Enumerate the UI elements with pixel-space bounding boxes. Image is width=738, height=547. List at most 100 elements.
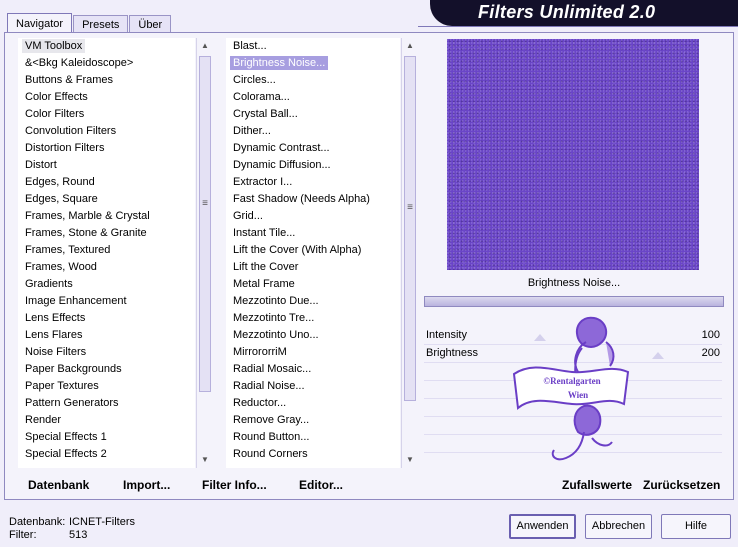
list-item-label: Lift the Cover (With Alpha) xyxy=(233,244,362,256)
filter-info-button[interactable]: Filter Info... xyxy=(202,478,267,492)
list-item-label: Color Effects xyxy=(25,91,88,103)
list-item[interactable]: Remove Gray... xyxy=(226,412,400,429)
list-item[interactable]: Render xyxy=(18,412,195,429)
apply-button[interactable]: Anwenden xyxy=(509,514,576,539)
list-item-label: Paper Backgrounds xyxy=(25,363,122,375)
list-item[interactable]: VM Toolbox xyxy=(18,38,195,55)
list-item-label: Paper Textures xyxy=(25,380,99,392)
scroll-up-arrow-icon[interactable]: ▲ xyxy=(402,38,418,54)
list-item-label: Dynamic Diffusion... xyxy=(233,159,331,171)
title-banner: Filters Unlimited 2.0 xyxy=(430,0,738,26)
list-item[interactable]: Grid... xyxy=(226,208,400,225)
list-item[interactable]: Circles... xyxy=(226,72,400,89)
scroll-down-arrow-icon[interactable]: ▼ xyxy=(402,452,418,468)
list-item[interactable]: Brightness Noise... xyxy=(226,55,400,72)
list-item[interactable]: Special Effects 2 xyxy=(18,446,195,463)
list-item[interactable]: Frames, Wood xyxy=(18,259,195,276)
list-item-label: Edges, Round xyxy=(25,176,95,188)
list-item-label: Color Filters xyxy=(25,108,85,120)
editor-button[interactable]: Editor... xyxy=(299,478,343,492)
list-item[interactable]: Paper Backgrounds xyxy=(18,361,195,378)
slider-marker-icon[interactable] xyxy=(652,352,664,359)
filter-list[interactable]: Blast... Brightness Noise... Circles... Col… xyxy=(226,38,400,468)
reset-button[interactable]: Zurücksetzen xyxy=(643,478,720,492)
list-item-label: Frames, Marble & Crystal xyxy=(25,210,150,222)
list-item[interactable]: Color Filters xyxy=(18,106,195,123)
list-toolbar: Datenbank Import... Filter Info... Edito… xyxy=(12,470,416,498)
list-item[interactable]: Frames, Stone & Granite xyxy=(18,225,195,242)
list-item[interactable]: Special Effects 1 xyxy=(18,429,195,446)
list-item[interactable]: Gradients xyxy=(18,276,195,293)
list-item[interactable]: Image Enhancement xyxy=(18,293,195,310)
list-item[interactable]: Colorama... xyxy=(226,89,400,106)
list-item[interactable]: Fast Shadow (Needs Alpha) xyxy=(226,191,400,208)
list-item-label: &<Bkg Kaleidoscope> xyxy=(25,57,134,69)
list-item[interactable]: &<Bkg Kaleidoscope> xyxy=(18,55,195,72)
scroll-thumb[interactable] xyxy=(199,56,211,392)
cancel-button[interactable]: Abbrechen xyxy=(585,514,652,539)
list-item-label: Dynamic Contrast... xyxy=(233,142,330,154)
list-item[interactable]: Edges, Round xyxy=(18,174,195,191)
list-item[interactable]: Lift the Cover (With Alpha) xyxy=(226,242,400,259)
list-item[interactable]: Reductor... xyxy=(226,395,400,412)
database-button[interactable]: Datenbank xyxy=(28,478,89,492)
import-button[interactable]: Import... xyxy=(123,478,170,492)
scroll-up-arrow-icon[interactable]: ▲ xyxy=(197,38,213,54)
list-item[interactable]: Round Button... xyxy=(226,429,400,446)
param-value: 200 xyxy=(701,347,720,359)
list-item[interactable]: Round Corners xyxy=(226,446,400,463)
list-item[interactable]: Dynamic Contrast... xyxy=(226,140,400,157)
list-item-label: Distort xyxy=(25,159,57,171)
list-item[interactable]: Mezzotinto Uno... xyxy=(226,327,400,344)
list-item[interactable]: Convolution Filters xyxy=(18,123,195,140)
list-item[interactable]: Blast... xyxy=(226,38,400,55)
list-item[interactable]: Paper Textures xyxy=(18,378,195,395)
list-item-label: Gradients xyxy=(25,278,73,290)
list-item-label: VM Toolbox xyxy=(22,39,86,53)
list-item[interactable]: Frames, Textured xyxy=(18,242,195,259)
preview-image xyxy=(447,39,699,270)
list-item[interactable]: Mezzotinto Tre... xyxy=(226,310,400,327)
list-item[interactable]: Dither... xyxy=(226,123,400,140)
list-item[interactable]: Lens Flares xyxy=(18,327,195,344)
list-item[interactable]: Noise Filters xyxy=(18,344,195,361)
list-item[interactable]: Dynamic Diffusion... xyxy=(226,157,400,174)
preview-splitter[interactable] xyxy=(424,296,724,307)
list-item[interactable]: Pattern Generators xyxy=(18,395,195,412)
help-button[interactable]: Hilfe xyxy=(661,514,731,539)
list-item-label: Special Effects 1 xyxy=(25,431,107,443)
list-item[interactable]: Frames, Marble & Crystal xyxy=(18,208,195,225)
param-label: Intensity xyxy=(426,329,467,341)
list-item[interactable]: Radial Noise... xyxy=(226,378,400,395)
list-item-label: Mezzotinto Tre... xyxy=(233,312,315,324)
list-item-label: Edges, Square xyxy=(25,193,98,205)
list-item[interactable]: Buttons & Frames xyxy=(18,72,195,89)
scroll-grip-icon: ≡ xyxy=(202,198,208,209)
list-item[interactable]: Crystal Ball... xyxy=(226,106,400,123)
scroll-thumb[interactable] xyxy=(404,56,416,401)
category-scrollbar[interactable]: ▲ ≡ ▼ xyxy=(196,38,213,468)
list-item[interactable]: Distortion Filters xyxy=(18,140,195,157)
list-item-label: Pattern Generators xyxy=(25,397,119,409)
list-item[interactable]: Lift the Cover xyxy=(226,259,400,276)
list-item[interactable]: MirrororriM xyxy=(226,344,400,361)
list-item-label: Mezzotinto Due... xyxy=(233,295,319,307)
list-item-label: Brightness Noise... xyxy=(230,56,329,70)
list-item[interactable]: Metal Frame xyxy=(226,276,400,293)
list-item[interactable]: Edges, Square xyxy=(18,191,195,208)
status-db-label: Datenbank: xyxy=(9,516,66,528)
list-item-label: Frames, Textured xyxy=(25,244,111,256)
randomize-button[interactable]: Zufallswerte xyxy=(562,478,632,492)
scroll-down-arrow-icon[interactable]: ▼ xyxy=(197,452,213,468)
list-item[interactable]: Color Effects xyxy=(18,89,195,106)
list-item-label: Reductor... xyxy=(233,397,287,409)
list-item[interactable]: Instant Tile... xyxy=(226,225,400,242)
list-item[interactable]: Radial Mosaic... xyxy=(226,361,400,378)
list-item-label: Special Effects 2 xyxy=(25,448,107,460)
list-item[interactable]: Distort xyxy=(18,157,195,174)
list-item[interactable]: Extractor I... xyxy=(226,174,400,191)
list-item[interactable]: Mezzotinto Due... xyxy=(226,293,400,310)
list-item[interactable]: Lens Effects xyxy=(18,310,195,327)
category-list[interactable]: VM Toolbox &<Bkg Kaleidoscope> Buttons & F… xyxy=(18,38,195,468)
filter-scrollbar[interactable]: ▲ ≡ ▼ xyxy=(401,38,418,468)
